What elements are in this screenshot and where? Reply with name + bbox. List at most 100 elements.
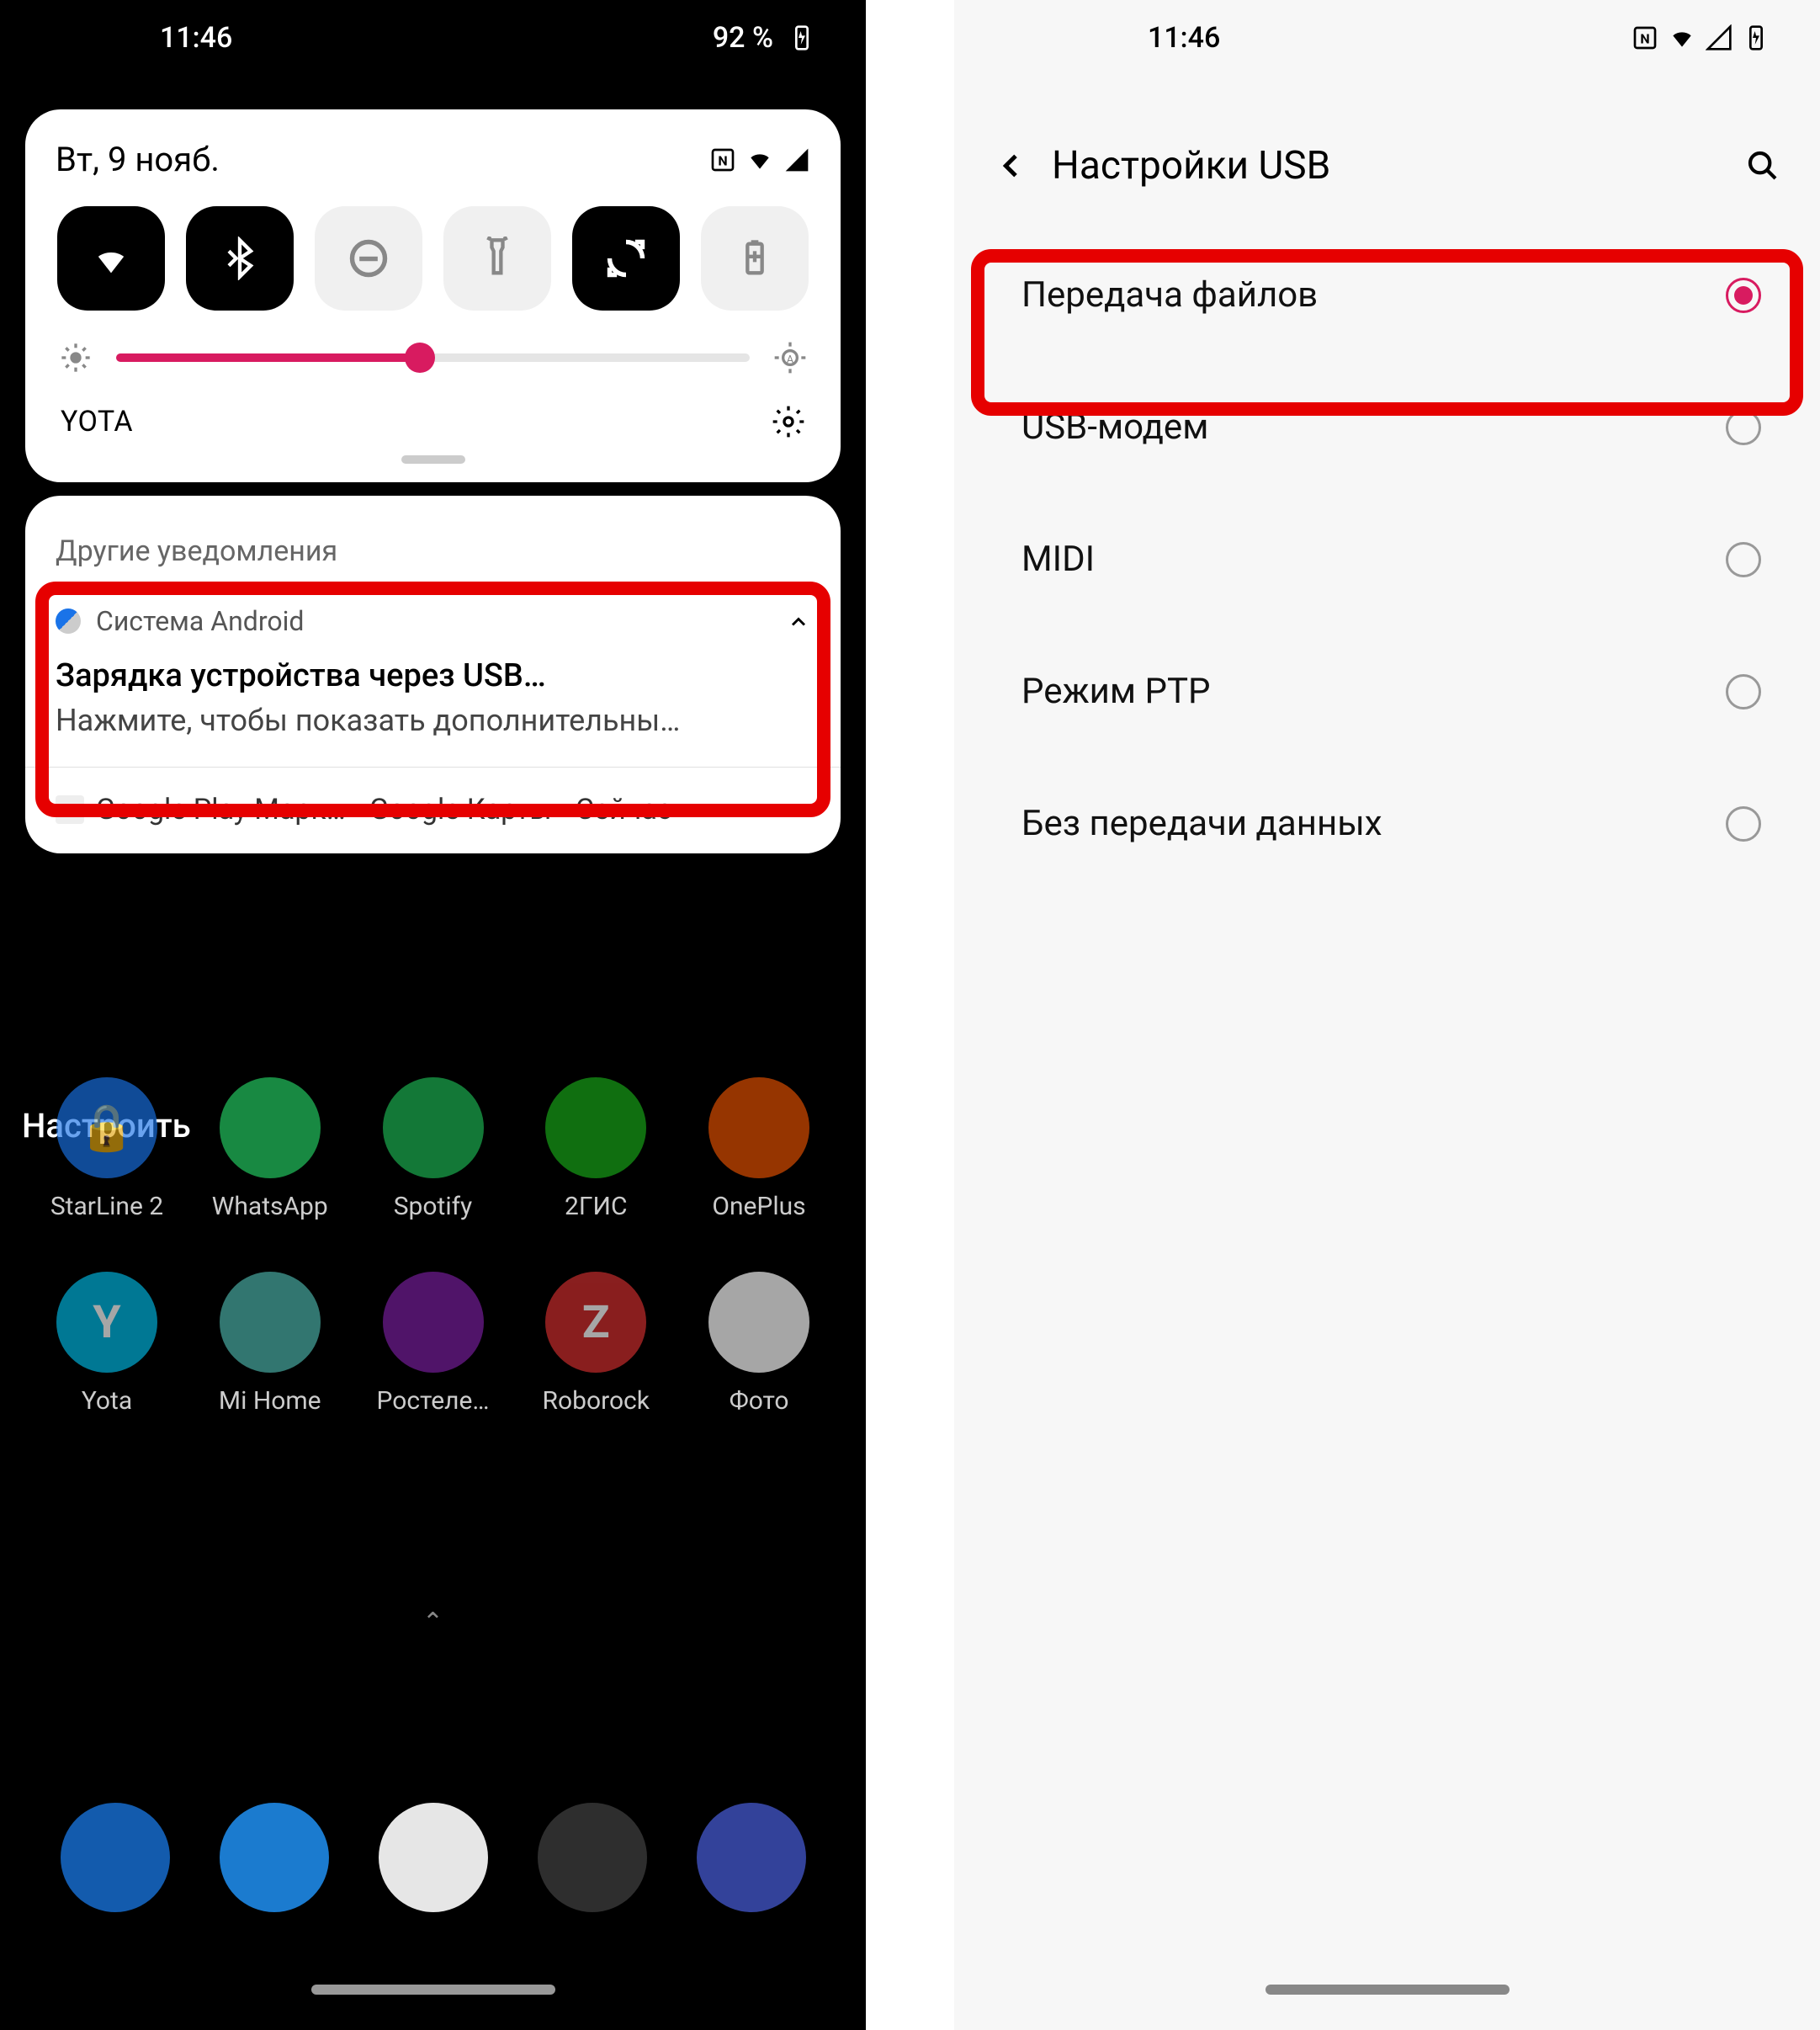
status-icons: 92 %	[713, 21, 815, 55]
qs-dnd[interactable]	[315, 206, 422, 311]
navigation-handle[interactable]	[311, 1985, 555, 1995]
app-Mi Home[interactable]: Mi Home	[199, 1272, 342, 1416]
app-icon	[220, 1077, 321, 1178]
collapse-chevron-icon[interactable]	[787, 610, 810, 634]
svg-text:N: N	[1640, 31, 1649, 47]
app-label: Yota	[82, 1386, 132, 1416]
back-icon[interactable]	[995, 149, 1028, 183]
app-undefined[interactable]	[680, 1803, 823, 1912]
brightness-slider-row: A	[56, 341, 810, 375]
app-Yota[interactable]: Y Yota	[35, 1272, 178, 1416]
notif-subtitle: Нажмите, чтобы показать дополнительны…	[56, 703, 810, 738]
app-label: Roborock	[543, 1386, 650, 1416]
usb-option[interactable]: Режим PTP	[954, 625, 1820, 757]
app-icon	[708, 1077, 809, 1178]
settings-gear-icon[interactable]	[772, 405, 805, 438]
shade-drag-handle[interactable]	[401, 455, 465, 464]
app-icon	[538, 1803, 647, 1912]
status-icons: N	[1632, 24, 1770, 51]
shade-status-icons: N	[709, 146, 810, 173]
status-bar-right: 11:46 N	[954, 0, 1820, 76]
app-undefined[interactable]: Y	[362, 1803, 505, 1912]
qs-bluetooth[interactable]	[186, 206, 294, 311]
app-icon	[545, 1077, 646, 1178]
usb-option[interactable]: Без передачи данных	[954, 757, 1820, 890]
app-Spotify[interactable]: Spotify	[362, 1077, 505, 1221]
app-OnePlus[interactable]: OnePlus	[687, 1077, 830, 1221]
notif-group-row[interactable]: Google Play Марк… • Google Карты • Сейча…	[25, 776, 841, 832]
app-icon	[61, 1803, 170, 1912]
notif-system-android[interactable]: Система Android Зарядка устройства через…	[25, 585, 841, 758]
android-system-icon	[56, 608, 81, 634]
app-drawer-caret-icon[interactable]: ⌃	[422, 1608, 443, 1637]
notif-section-header: Другие уведомления	[25, 518, 841, 585]
app-label: WhatsApp	[212, 1192, 328, 1221]
option-label: Режим PTP	[1021, 671, 1211, 712]
brightness-auto-icon[interactable]: A	[773, 341, 807, 375]
qs-rotation[interactable]	[572, 206, 680, 311]
app-undefined[interactable]	[44, 1803, 187, 1912]
quick-settings-row	[56, 206, 810, 311]
signal-icon	[1706, 24, 1732, 51]
app-Roborock[interactable]: Z Roborock	[524, 1272, 667, 1416]
option-label: Без передачи данных	[1021, 803, 1382, 844]
app-icon	[220, 1272, 321, 1373]
radio-button[interactable]	[1726, 806, 1761, 842]
radio-button[interactable]	[1726, 542, 1761, 577]
usb-option[interactable]: USB-модем	[954, 361, 1820, 493]
notifications-card: Другие уведомления Система Android Заряд…	[25, 496, 841, 853]
status-time: 11:46	[1148, 21, 1220, 55]
wifi-icon	[746, 146, 773, 173]
qs-flashlight[interactable]	[443, 206, 551, 311]
app-icon	[383, 1077, 484, 1178]
app-icon	[220, 1803, 329, 1912]
left-screenshot: 11:46 92 % Вт, 9 нояб. N	[0, 0, 866, 2030]
app-label: Фото	[730, 1386, 789, 1416]
app-icon	[697, 1803, 806, 1912]
app-label: StarLine 2	[50, 1192, 163, 1221]
navigation-handle[interactable]	[1266, 1985, 1510, 1995]
app-2ГИС[interactable]: 2ГИС	[524, 1077, 667, 1221]
quick-settings-panel[interactable]: Вт, 9 нояб. N A YOTA	[25, 109, 841, 482]
screenshot-divider	[866, 0, 954, 2030]
settings-header: Настройки USB	[954, 76, 1820, 229]
app-icon: Y	[379, 1803, 488, 1912]
brightness-slider[interactable]	[116, 353, 750, 362]
app-Ростеле…[interactable]: Ростеле…	[362, 1272, 505, 1416]
notif-title: Зарядка устройства через USB…	[56, 657, 810, 694]
svg-text:N: N	[718, 152, 727, 168]
search-icon[interactable]	[1746, 149, 1780, 183]
usb-option[interactable]: Передача файлов	[954, 229, 1820, 361]
app-icon	[708, 1272, 809, 1373]
divider	[25, 767, 841, 768]
expand-chevron-icon[interactable]	[787, 798, 810, 821]
app-undefined[interactable]	[203, 1803, 346, 1912]
right-screenshot: 11:46 N Настройки USB Передача файлов USB…	[954, 0, 1820, 2030]
option-label: Передача файлов	[1021, 274, 1318, 316]
radio-button[interactable]	[1726, 674, 1761, 709]
qs-battery-saver[interactable]	[701, 206, 809, 311]
battery-percent: 92 %	[713, 21, 773, 55]
app-icon: Y	[56, 1272, 157, 1373]
app-icon: 🔒	[56, 1077, 157, 1178]
wifi-icon	[1669, 24, 1695, 51]
nfc-icon: N	[709, 146, 736, 173]
app-undefined[interactable]	[521, 1803, 664, 1912]
battery-charging-icon	[788, 24, 815, 51]
qs-wifi[interactable]	[57, 206, 165, 311]
radio-button[interactable]	[1726, 410, 1761, 445]
app-label: OnePlus	[712, 1192, 805, 1221]
notif-group-text: Google Play Марк… • Google Карты • Сейча…	[96, 793, 775, 826]
app-WhatsApp[interactable]: WhatsApp	[199, 1077, 342, 1221]
app-Фото[interactable]: Фото	[687, 1272, 830, 1416]
dock: Y	[0, 1803, 866, 1912]
signal-icon	[783, 146, 810, 173]
usb-option[interactable]: MIDI	[954, 493, 1820, 625]
app-label: Ростеле…	[376, 1386, 489, 1416]
status-time: 11:46	[160, 21, 232, 55]
app-icon: Z	[545, 1272, 646, 1373]
usb-options-list: Передача файлов USB-модем MIDI Режим PTP Без…	[954, 229, 1820, 890]
app-label: Mi Home	[219, 1386, 321, 1416]
radio-button[interactable]	[1726, 278, 1761, 313]
option-label: MIDI	[1021, 539, 1095, 580]
